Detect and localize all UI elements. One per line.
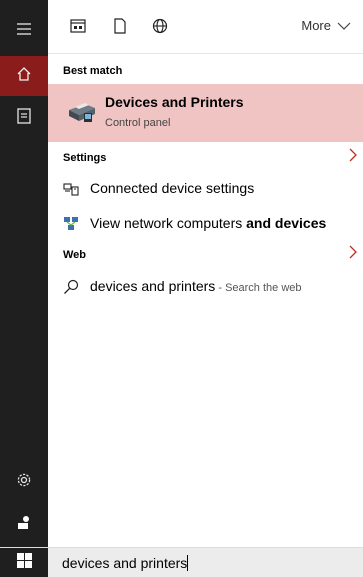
web-search-item[interactable]: devices and printers - Search the web — [48, 272, 363, 302]
user-button[interactable] — [0, 506, 48, 542]
best-match-subtitle: Control panel — [105, 117, 171, 129]
best-match-title: Devices and Printers — [105, 94, 244, 110]
connected-device-settings-label: Connected device settings — [90, 180, 255, 196]
windows-logo-icon — [16, 553, 32, 573]
web-search-suffix: - Search the web — [215, 282, 302, 294]
user-icon — [16, 514, 32, 535]
hamburger-icon — [17, 22, 31, 40]
documents-filter-icon — [113, 17, 127, 39]
search-icon — [63, 279, 79, 295]
search-filter-bar: More — [48, 0, 363, 54]
taskbar — [0, 547, 363, 577]
view-network-computers-label: View network computers and devices — [90, 215, 326, 231]
web-search-label: devices and printers - Search the web — [90, 278, 302, 294]
view-network-label-bold: and devices — [246, 215, 327, 231]
connected-device-settings-item[interactable]: Connected device settings — [48, 174, 363, 204]
apps-filter-button[interactable] — [68, 18, 88, 38]
best-match-item[interactable]: Devices and Printers Control panel — [48, 84, 363, 142]
text-caret — [187, 555, 188, 571]
connected-devices-icon — [63, 181, 79, 197]
settings-section-header[interactable]: Settings — [48, 146, 363, 170]
search-input[interactable] — [62, 552, 352, 574]
start-button[interactable] — [0, 548, 48, 577]
apps-filter-icon — [70, 18, 86, 38]
web-search-query: devices and printers — [90, 278, 216, 294]
more-filters-button[interactable]: More — [301, 18, 351, 33]
settings-header-label: Settings — [63, 152, 107, 164]
web-filter-button[interactable] — [150, 18, 170, 38]
home-icon — [16, 66, 32, 87]
chevron-right-icon — [349, 148, 357, 165]
web-section-header[interactable]: Web — [48, 243, 363, 267]
gear-icon — [16, 472, 32, 493]
home-button[interactable] — [0, 56, 48, 96]
web-header-label: Web — [63, 249, 87, 261]
view-network-computers-item[interactable]: View network computers and devices — [48, 209, 363, 239]
hamburger-menu-button[interactable] — [0, 14, 48, 48]
web-filter-icon — [152, 18, 168, 39]
chevron-down-icon — [337, 18, 351, 33]
documents-filter-button[interactable] — [110, 17, 130, 39]
documents-icon — [17, 107, 31, 129]
settings-button[interactable] — [0, 464, 48, 500]
search-results-panel: Best match Devices and Printers Control … — [48, 54, 363, 547]
view-network-label-prefix: View network computers — [90, 215, 247, 231]
network-icon — [63, 216, 79, 232]
chevron-right-icon — [349, 245, 357, 262]
printer-icon — [65, 94, 99, 128]
left-rail — [0, 0, 48, 547]
documents-button[interactable] — [0, 100, 48, 136]
best-match-header: Best match — [63, 65, 123, 77]
more-label: More — [301, 18, 331, 33]
